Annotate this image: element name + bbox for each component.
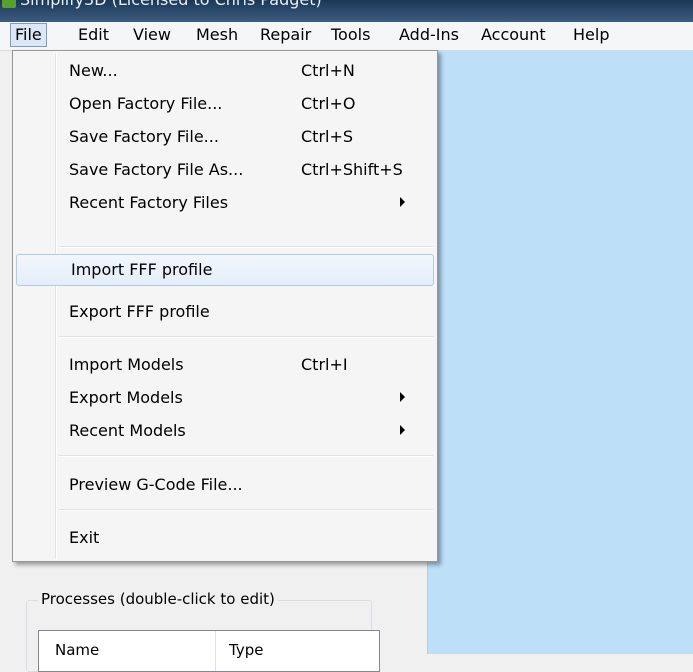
menu-edit[interactable]: Edit (75, 24, 112, 46)
menu-item-label: Exit (69, 528, 100, 547)
menu-item-label: Recent Models (69, 421, 186, 440)
processes-list[interactable]: Name Type (38, 630, 380, 672)
menu-item-label: Export FFF profile (69, 302, 210, 321)
menu-item-label: Import Models (69, 355, 184, 374)
menu-item-shortcut: Ctrl+S (301, 127, 354, 146)
menu-file[interactable]: File (10, 23, 47, 47)
menu-item-save-factory-file-as[interactable]: Save Factory File As... Ctrl+Shift+S (15, 154, 433, 186)
menu-item-recent-factory-files[interactable]: Recent Factory Files (15, 187, 433, 219)
menu-item-export-models[interactable]: Export Models (15, 382, 433, 414)
menu-separator (59, 336, 433, 338)
menu-item-label: Preview G-Code File... (69, 475, 243, 494)
menu-item-shortcut: Ctrl+N (301, 61, 355, 80)
submenu-arrow-icon (400, 392, 405, 402)
menu-add-ins[interactable]: Add-Ins (396, 24, 462, 46)
menu-item-new[interactable]: New... Ctrl+N (15, 55, 433, 87)
app-icon (2, 0, 16, 8)
file-menu-dropdown: New... Ctrl+N Open Factory File... Ctrl+… (12, 50, 438, 562)
menu-bar: File Edit View Mesh Repair Tools Add-Ins… (0, 22, 693, 51)
menu-mesh[interactable]: Mesh (193, 24, 241, 46)
column-header-type[interactable]: Type (229, 641, 263, 659)
build-viewport[interactable] (427, 51, 693, 654)
menu-item-shortcut: Ctrl+I (301, 355, 348, 374)
menu-item-label: Import FFF profile (71, 260, 213, 279)
menu-item-label: Open Factory File... (69, 94, 223, 113)
menu-help[interactable]: Help (570, 24, 612, 46)
submenu-arrow-icon (400, 197, 405, 207)
processes-group-label: Processes (double-click to edit) (38, 590, 278, 608)
menu-item-preview-gcode-file[interactable]: Preview G-Code File... (15, 469, 433, 501)
menu-item-import-fff-profile[interactable]: Import FFF profile (16, 254, 434, 286)
menu-separator (59, 455, 433, 457)
menu-item-recent-models[interactable]: Recent Models (15, 415, 433, 447)
menu-item-label: Save Factory File... (69, 127, 219, 146)
menu-item-shortcut: Ctrl+Shift+S (301, 160, 403, 179)
menu-repair[interactable]: Repair (257, 24, 314, 46)
title-bar: Simplify3D (Licensed to Chris Padget) (0, 0, 693, 22)
menu-item-shortcut: Ctrl+O (301, 94, 356, 113)
menu-item-export-fff-profile[interactable]: Export FFF profile (15, 296, 433, 328)
menu-separator (59, 246, 433, 248)
menu-item-label: Recent Factory Files (69, 193, 229, 212)
menu-item-save-factory-file[interactable]: Save Factory File... Ctrl+S (15, 121, 433, 153)
submenu-arrow-icon (400, 425, 405, 435)
menu-item-exit[interactable]: Exit (15, 522, 433, 554)
menu-item-open-factory-file[interactable]: Open Factory File... Ctrl+O (15, 88, 433, 120)
menu-item-import-models[interactable]: Import Models Ctrl+I (15, 349, 433, 381)
menu-item-label: New... (69, 61, 118, 80)
column-header-name[interactable]: Name (55, 641, 99, 659)
menu-item-label: Export Models (69, 388, 183, 407)
menu-item-label: Save Factory File As... (69, 160, 244, 179)
menu-tools[interactable]: Tools (328, 24, 373, 46)
column-divider[interactable] (215, 631, 216, 671)
menu-separator (59, 509, 433, 511)
window-title: Simplify3D (Licensed to Chris Padget) (20, 0, 322, 9)
menu-view[interactable]: View (130, 24, 174, 46)
menu-account[interactable]: Account (478, 24, 549, 46)
